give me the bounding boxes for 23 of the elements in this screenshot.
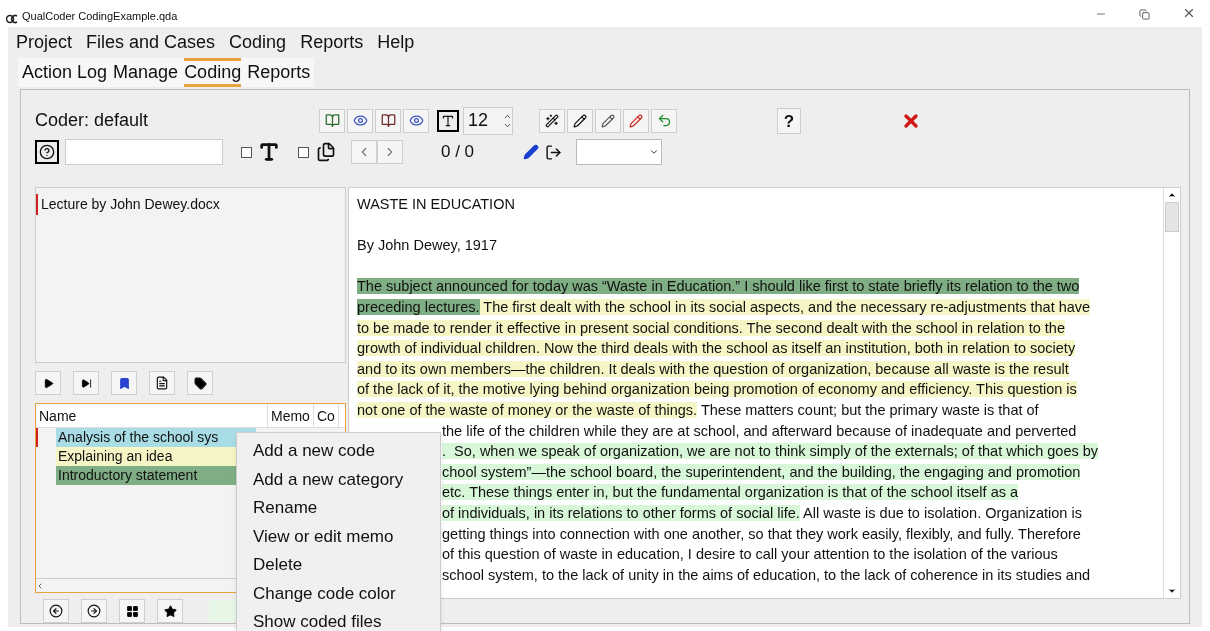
document-text: the life of the children while they are at school, and afterward because of inadequate and perverted (442, 422, 1077, 439)
document-text: All waste is due to isolation. Organization is (802, 504, 1082, 521)
highlighted-text: . So, when we speak of organization, we are not to think simply of the externals; of that which goes by (442, 443, 1099, 460)
document-text: These matters count; but the primary waste is that of (699, 401, 1039, 418)
document-text: of this question of waste in education, I desire to call your attention to the isolation of the various (442, 546, 1058, 563)
document-text: WASTE IN EDUCATION (357, 196, 515, 212)
highlighted-text: etc. These things enter in, but the fundamental organization is that of the school itself as a (442, 484, 1019, 501)
highlighted-text: of the lack of it, the motive lying behind organization being promotion of economy and efficiency. This question is (357, 381, 1077, 398)
highlighted-text: and to its own members—the children. It deals with the question of organization, because all waste is the result (357, 360, 1069, 377)
coder-label: Coder: default (35, 109, 150, 133)
match-counter: 0 / 0 (441, 141, 476, 164)
highlighted-text: The subject announced for today was “Waste in Education.” I should like first to state briefly its relation to the two (357, 278, 1080, 295)
highlighted-text: preceding lectures. (357, 298, 480, 315)
document-text: getting things into connection with one another, so that they work easily, flexibly, and fully. Therefore (442, 525, 1081, 542)
highlighted-text: not one of the waste of money or the waste of things. (357, 401, 698, 418)
document-text: By John Dewey, 1917 (357, 237, 497, 254)
highlighted-text: The first dealt with the school in its social aspects, and the necessary re-adjustments that have (479, 298, 1091, 315)
highlighted-text: chool system”—the school board, the superintendent, and the building, the engaging and promotion (442, 463, 1081, 480)
window-title: QualCoder CodingExample.qda (22, 8, 178, 24)
highlighted-text: to be made to render it effective in present social conditions. The second dealt with the school in relation to the (357, 319, 1065, 336)
document-text: school system, to the lack of unity in the aims of education, to the lack of coherence in its studies and (442, 566, 1091, 583)
highlighted-text: of individuals, in its relations to other forms of social life. (442, 504, 800, 521)
highlighted-text: growth of individual children. Now the third deals with the school as itself an institution, both in relation to society (357, 340, 1076, 357)
